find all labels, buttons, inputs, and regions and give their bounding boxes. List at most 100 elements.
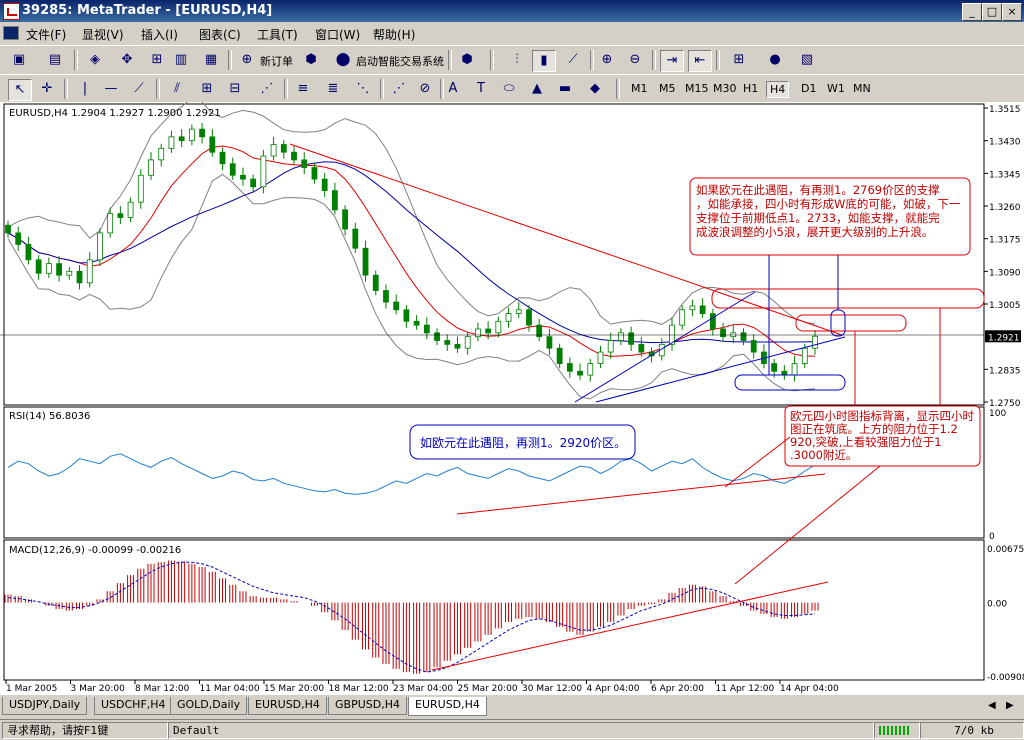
- new-order-icon[interactable]: ⊕: [236, 50, 258, 70]
- indicators-icon[interactable]: ⊞: [728, 50, 750, 70]
- auto-scroll-icon[interactable]: ⇥: [660, 50, 684, 72]
- tab-gbpusd-h4[interactable]: GBPUSD,H4: [328, 697, 407, 715]
- tester-icon[interactable]: ▦: [200, 50, 222, 70]
- fibonacci-fan-icon[interactable]: ⋰: [256, 79, 278, 99]
- timeframe-m5[interactable]: M5: [656, 81, 679, 96]
- gann-fan-icon[interactable]: ⋰: [388, 79, 410, 99]
- text-tool-button[interactable]: A: [442, 79, 464, 99]
- trendline-icon[interactable]: ⟋: [128, 79, 150, 99]
- annotation-line: .3000附近。: [790, 448, 857, 462]
- macd-axis-label: 0.00: [987, 600, 1007, 610]
- candle-body: [311, 167, 318, 180]
- candle-body: [158, 147, 165, 161]
- annotation-line: 成波浪调整的小5浪，展开更大级别的上升浪。: [696, 225, 933, 239]
- tab-scroll-left-icon[interactable]: ◀: [988, 700, 996, 711]
- templates-icon[interactable]: ▧: [796, 50, 818, 70]
- tab-usdchf-h4[interactable]: USDCHF,H4: [94, 697, 173, 715]
- triangle-icon[interactable]: ▲: [526, 79, 548, 99]
- macd-axis-label: -0.00908: [987, 673, 1024, 683]
- tab-eurusd-h4-1[interactable]: EURUSD,H4: [248, 697, 327, 715]
- new-chart-icon[interactable]: ▣: [8, 50, 30, 70]
- menu-charts[interactable]: 图表(C): [199, 26, 241, 43]
- candle-body: [15, 232, 22, 245]
- timeframe-h1[interactable]: H1: [740, 81, 761, 96]
- timeframe-mn[interactable]: MN: [850, 81, 874, 96]
- menu-file[interactable]: 文件(F): [26, 26, 66, 43]
- menu-tools[interactable]: 工具(T): [257, 26, 298, 43]
- timeframe-w1[interactable]: W1: [824, 81, 848, 96]
- candle-body: [546, 336, 553, 349]
- tab-scroll-right-icon[interactable]: ▶: [1006, 700, 1014, 711]
- metaeditor-icon[interactable]: ⬢: [300, 50, 322, 70]
- candle-body: [720, 328, 726, 338]
- timeframe-m30[interactable]: M30: [710, 81, 740, 96]
- navigator-icon[interactable]: ✥: [116, 50, 138, 70]
- macd-header: MACD(12,26,9) -0.00099 -0.00216: [9, 545, 181, 556]
- cursor-icon[interactable]: ↖: [8, 79, 32, 101]
- tab-gold-daily[interactable]: GOLD,Daily: [170, 697, 248, 715]
- crosshair-icon[interactable]: ✛: [36, 79, 58, 99]
- rectangle-icon[interactable]: ▬: [554, 79, 576, 99]
- candle-body: [321, 178, 328, 192]
- fibonacci-channel-icon[interactable]: ⋱: [352, 79, 374, 99]
- chart-window[interactable]: 100 0 0.00675 0.00 -0.00908 1.3515 1.3430 1.3…: [0, 102, 1024, 695]
- zoom-out-icon[interactable]: ⊖: [624, 50, 646, 70]
- candle-body: [260, 155, 267, 188]
- profiles-icon[interactable]: ▤: [44, 50, 66, 70]
- timeframe-d1[interactable]: D1: [798, 81, 819, 96]
- fibonacci-retracement-icon[interactable]: ≡: [292, 79, 314, 99]
- support-zone-ellipse[interactable]: [734, 374, 846, 391]
- status-help-text: 寻求帮助，请按F1键: [2, 722, 168, 739]
- bar-chart-icon[interactable]: ⫶: [506, 50, 528, 70]
- menu-insert[interactable]: 插入(I): [141, 26, 178, 43]
- menu-window[interactable]: 窗口(W): [315, 26, 360, 43]
- tab-usdjpy-daily[interactable]: USDJPY,Daily: [2, 697, 88, 715]
- timeframe-h4[interactable]: H4: [766, 81, 790, 98]
- maximize-button[interactable]: □: [982, 3, 1002, 21]
- chart-shift-icon[interactable]: ⇤: [688, 50, 712, 72]
- arrows-icon[interactable]: ◆: [584, 79, 606, 99]
- timeframe-m15[interactable]: M15: [682, 81, 712, 96]
- line-chart-icon[interactable]: ⟋: [562, 50, 584, 70]
- zoom-in-icon[interactable]: ⊕: [596, 50, 618, 70]
- macd-axis-label: 0.00675: [987, 545, 1024, 555]
- blue-trendline-lower[interactable]: [595, 336, 846, 403]
- data-window-icon[interactable]: ⊞: [146, 50, 168, 70]
- terminal-icon[interactable]: ▥: [170, 50, 192, 70]
- annotation-blue-text: 如欧元在此遇阻，再测1。2920价区。: [420, 435, 626, 450]
- timeframe-m1[interactable]: M1: [628, 81, 651, 96]
- candle-body: [638, 343, 645, 353]
- candle-body: [618, 332, 624, 341]
- expert-advisors-button[interactable]: 启动智能交易系统: [356, 53, 444, 69]
- vertical-line-icon[interactable]: |: [74, 79, 96, 99]
- equidistant-channel-icon[interactable]: ⫽: [166, 79, 188, 99]
- fibonacci-expansion-icon[interactable]: ≣: [322, 79, 344, 99]
- horizontal-line-icon[interactable]: —: [100, 79, 122, 99]
- new-order-button[interactable]: 新订单: [260, 53, 293, 69]
- expert-advisor-icon[interactable]: ⬤: [332, 50, 354, 70]
- linear-regression-icon[interactable]: ⊞: [196, 79, 218, 99]
- candle-body: [750, 340, 757, 353]
- minimize-button[interactable]: _: [962, 3, 982, 21]
- ellipse-icon[interactable]: ⬭: [498, 79, 520, 99]
- candle-body: [291, 151, 297, 161]
- candle-body: [699, 305, 706, 315]
- close-button[interactable]: ×: [1002, 3, 1022, 21]
- rsi-divergence-trendline[interactable]: [456, 473, 826, 515]
- chart-window-icon[interactable]: [3, 26, 19, 40]
- candle-body: [607, 340, 614, 353]
- gann-grid-icon[interactable]: ⊘: [414, 79, 436, 99]
- candle-body: [505, 313, 512, 322]
- candle-body: [35, 259, 42, 274]
- menu-help[interactable]: 帮助(H): [373, 26, 415, 43]
- candlestick-chart-icon[interactable]: ▮: [532, 50, 556, 72]
- text-label-button[interactable]: T: [470, 79, 492, 99]
- standard-deviation-icon[interactable]: ⊟: [224, 79, 246, 99]
- chart-canvas[interactable]: 1000 0.006750.00-0.00908 1.35151.34301.3…: [0, 102, 1024, 695]
- menu-view[interactable]: 显视(V): [82, 26, 124, 43]
- history-center-icon[interactable]: ⬢: [456, 50, 478, 70]
- time-tick-label: 30 Mar 12:00: [522, 684, 582, 694]
- market-watch-icon[interactable]: ◈: [84, 50, 106, 70]
- tab-eurusd-h4-active[interactable]: EURUSD,H4: [408, 697, 487, 716]
- period-icon[interactable]: ●: [764, 50, 786, 70]
